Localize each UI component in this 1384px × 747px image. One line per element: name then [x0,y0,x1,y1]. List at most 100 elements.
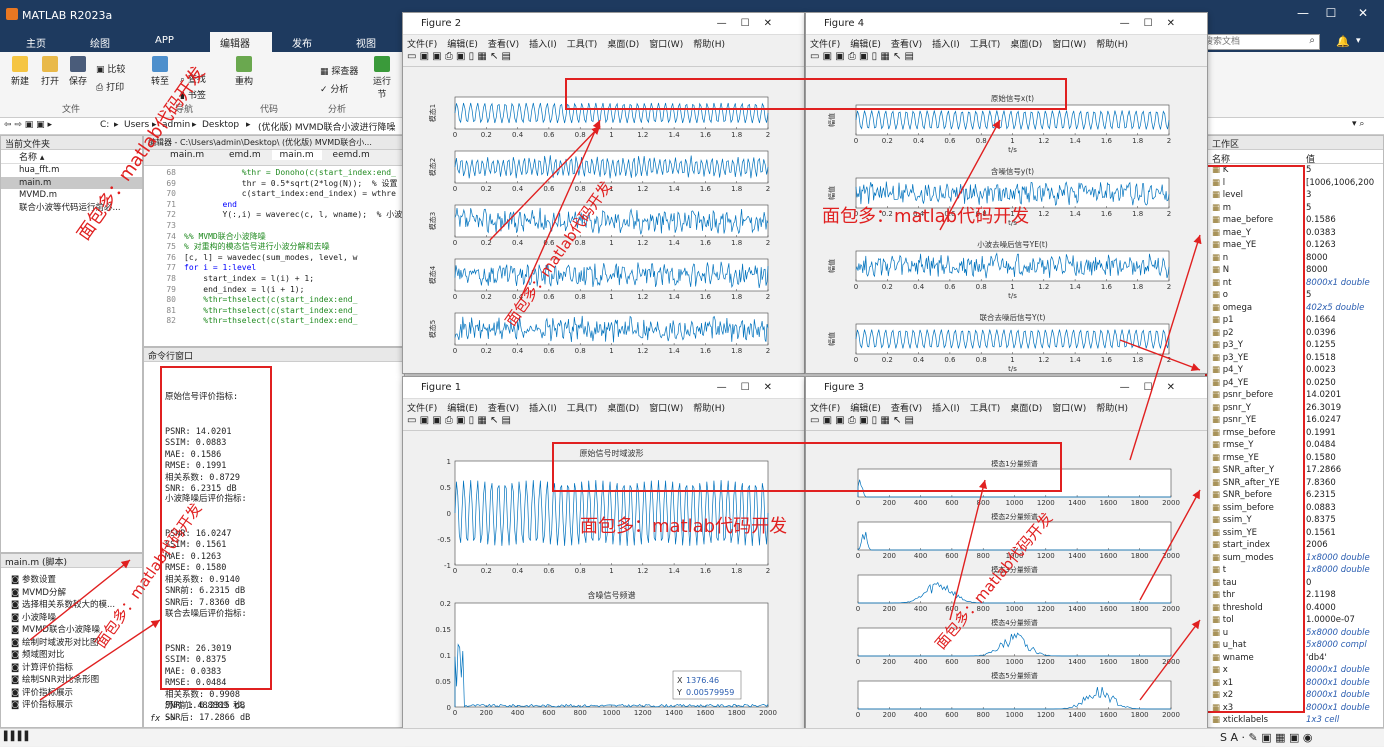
editor-tab-active[interactable]: main.m [271,150,322,160]
close-button[interactable]: ✕ [1350,6,1376,24]
figure-menu-item[interactable]: 插入(I) [529,404,557,414]
file-item[interactable]: 联合小波等代码运行前必... [1,202,142,215]
figure-menu-item[interactable]: 窗口(W) [649,40,683,50]
path-segment[interactable]: (优化版) MVMD联合小波进行降噪 [258,120,396,133]
minimize-button[interactable]: — [1290,6,1316,24]
notification-icon[interactable]: 🔔 [1336,35,1350,48]
figure-menu-item[interactable]: 编辑(E) [850,40,881,50]
outline-item[interactable]: ◙ 评价指标展示 [1,699,142,712]
figure-1-window[interactable]: Figure 1 —☐✕ 文件(F) 编辑(E) 查看(V) 插入(I) 工具(T) 桌面(… [402,376,805,738]
editor-tab[interactable]: eemd.m [325,150,378,160]
figure-menu-item[interactable]: 插入(I) [932,40,960,50]
figure-menu-item[interactable]: 文件(F) [407,40,437,50]
code-line[interactable]: 79 end_index = l(i + 1); [144,285,404,296]
tab-apps[interactable]: APP [145,32,184,52]
figure-toolbar[interactable]: ▭ ▣ ▣ ⎙ ▣ ▯ ▦ ↖ ▤ [806,415,1207,431]
figure-menu-item[interactable]: 文件(F) [407,404,437,414]
figure-2-plot[interactable]: 0 0.2 0.4 0.6 0.8 1 1.2 1.4 1.6 1.8 2 模态1 0 0.2 0.4 0.6… [403,67,804,373]
figure-menu-item[interactable]: 桌面(D) [1010,404,1042,414]
outline-item[interactable]: ◙ 评价指标展示 [1,687,142,700]
figure-menubar[interactable]: 文件(F) 编辑(E) 查看(V) 插入(I) 工具(T) 桌面(D) 窗口(W) 帮助(H) [403,35,804,51]
figure-toolbar[interactable]: ▭ ▣ ▣ ⎙ ▣ ▯ ▦ ↖ ▤ [403,415,804,431]
command-prompt[interactable]: fx >> [150,714,176,726]
tray-icons[interactable]: S A · ✎ ▣ ▦ ▣ ◉ [1220,731,1312,744]
figure-menu-item[interactable]: 插入(I) [529,40,557,50]
maximize-button[interactable]: ☐ [1318,6,1344,24]
back-forward-icons[interactable]: ⇦ ⇨ ▣ ▣ ▸ [4,120,52,130]
figure-menu-item[interactable]: 查看(V) [488,404,519,414]
outline-item[interactable]: ◙ 绘制时域波形对比图 [1,637,142,650]
figure-menu-item[interactable]: 查看(V) [488,40,519,50]
figure-toolbar[interactable]: ▭ ▣ ▣ ⎙ ▣ ▯ ▦ ↖ ▤ [806,51,1207,67]
figure-menubar[interactable]: 文件(F) 编辑(E) 查看(V) 插入(I) 工具(T) 桌面(D) 窗口(W) 帮助(H) [806,399,1207,415]
figure-menu-item[interactable]: 桌面(D) [607,404,639,414]
tab-editor[interactable]: 编辑器 [210,32,272,52]
code-line[interactable]: 75% 对重构的模态信号进行小波分解和去噪 [144,242,404,253]
figure-menu-item[interactable]: 窗口(W) [1052,40,1086,50]
figure-menu-item[interactable]: 帮助(H) [693,404,725,414]
figure-menu-item[interactable]: 编辑(E) [447,404,478,414]
outline-item[interactable]: ◙ 绘制SNR对比条形图 [1,674,142,687]
outline-item[interactable]: ◙ 计算评价指标 [1,662,142,675]
code-line[interactable]: 72 Y(:,i) = waverec(c, l, wname); % 小波重 [144,210,404,221]
goto-button[interactable]: 转至 [148,56,172,87]
code-line[interactable]: 70 c(start_index:end_index) = wthre [144,189,404,200]
path-segment[interactable]: Desktop [202,120,239,130]
code-line[interactable]: 71 end [144,200,404,211]
figure-menu-item[interactable]: 桌面(D) [607,40,639,50]
account-menu[interactable]: ▾ [1356,36,1361,46]
explorer-button[interactable]: ▦ 探查器 [320,64,358,77]
path-dropdown-icon[interactable]: ▾ ⌕ [1352,119,1364,129]
code-line[interactable]: 76 [c, l] = wavedec(sum_modes, level, w [144,253,404,264]
outline-item[interactable]: ◙ 频域图对比 [1,649,142,662]
figure-4-window[interactable]: Figure 4 —☐✕ 文件(F) 编辑(E) 查看(V) 插入(I) 工具(T) 桌面(… [805,12,1208,374]
refactor-button[interactable]: 重构 [232,56,256,87]
search-icon[interactable]: ⌕ [1309,35,1315,46]
figure-menu-item[interactable]: 查看(V) [891,40,922,50]
code-line[interactable]: 74%% MVMD联合小波降噪 [144,232,404,243]
outline-item[interactable]: ◙ 参数设置 [1,574,142,587]
code-line[interactable]: 81 %thr=thselect(c(start_index:end_ [144,306,404,317]
figure-menubar[interactable]: 文件(F) 编辑(E) 查看(V) 插入(I) 工具(T) 桌面(D) 窗口(W) 帮助(H) [806,35,1207,51]
figure-menu-item[interactable]: 查看(V) [891,404,922,414]
figure-menubar[interactable]: 文件(F) 编辑(E) 查看(V) 插入(I) 工具(T) 桌面(D) 窗口(W) 帮助(H) [403,399,804,415]
figure-menu-item[interactable]: 编辑(E) [850,404,881,414]
code-line[interactable]: 73 [144,221,404,232]
tab-plots[interactable]: 绘图 [80,32,120,52]
figure-menu-item[interactable]: 文件(F) [810,404,840,414]
code-area[interactable]: 68 %thr = Donoho(c(start_index:end_ 69 th… [144,166,404,346]
code-line[interactable]: 82 %thr=thselect(c(start_index:end_ [144,316,404,327]
figure-menu-item[interactable]: 帮助(H) [1096,40,1128,50]
save-button[interactable]: 保存 [64,56,92,87]
figure-menu-item[interactable]: 文件(F) [810,40,840,50]
figure-menu-item[interactable]: 编辑(E) [447,40,478,50]
path-segment[interactable]: C: [100,120,109,130]
run-section-button[interactable]: 运行节 [372,56,392,100]
figure-menu-item[interactable]: 窗口(W) [649,404,683,414]
new-button[interactable]: 新建 [6,56,34,87]
figure-toolbar[interactable]: ▭ ▣ ▣ ⎙ ▣ ▯ ▦ ↖ ▤ [403,51,804,67]
open-button[interactable]: 打开 [36,56,64,87]
code-line[interactable]: 69 thr = 0.5*sqrt(2*log(N)); % 设置 [144,179,404,190]
code-line[interactable]: 80 %thr=thselect(c(start_index:end_ [144,295,404,306]
figure-menu-item[interactable]: 工具(T) [567,404,598,414]
search-input[interactable] [1201,35,1296,49]
figure-menu-item[interactable]: 插入(I) [932,404,960,414]
tab-view[interactable]: 视图 [346,32,386,52]
figure-menu-item[interactable]: 工具(T) [970,404,1001,414]
editor-tab[interactable]: emd.m [221,150,269,160]
compare-button[interactable]: ▣ 比较 [96,62,125,75]
code-line[interactable]: 68 %thr = Donoho(c(start_index:end_ [144,168,404,179]
code-line[interactable]: 77 for i = 1:level [144,263,404,274]
code-line[interactable]: 78 start_index = l(i) + 1; [144,274,404,285]
print-button[interactable]: ⎙ 打印 [96,80,124,93]
figure-menu-item[interactable]: 帮助(H) [1096,404,1128,414]
figure-menu-item[interactable]: 工具(T) [970,40,1001,50]
tab-publish[interactable]: 发布 [282,32,322,52]
figure-menu-item[interactable]: 窗口(W) [1052,404,1086,414]
figure-menu-item[interactable]: 桌面(D) [1010,40,1042,50]
workspace-variable[interactable]: ▦ xticklabels 1x3 cell [1208,714,1383,727]
tab-home[interactable]: 主页 [16,32,56,52]
figure-menu-item[interactable]: 帮助(H) [693,40,725,50]
figure-menu-item[interactable]: 工具(T) [567,40,598,50]
